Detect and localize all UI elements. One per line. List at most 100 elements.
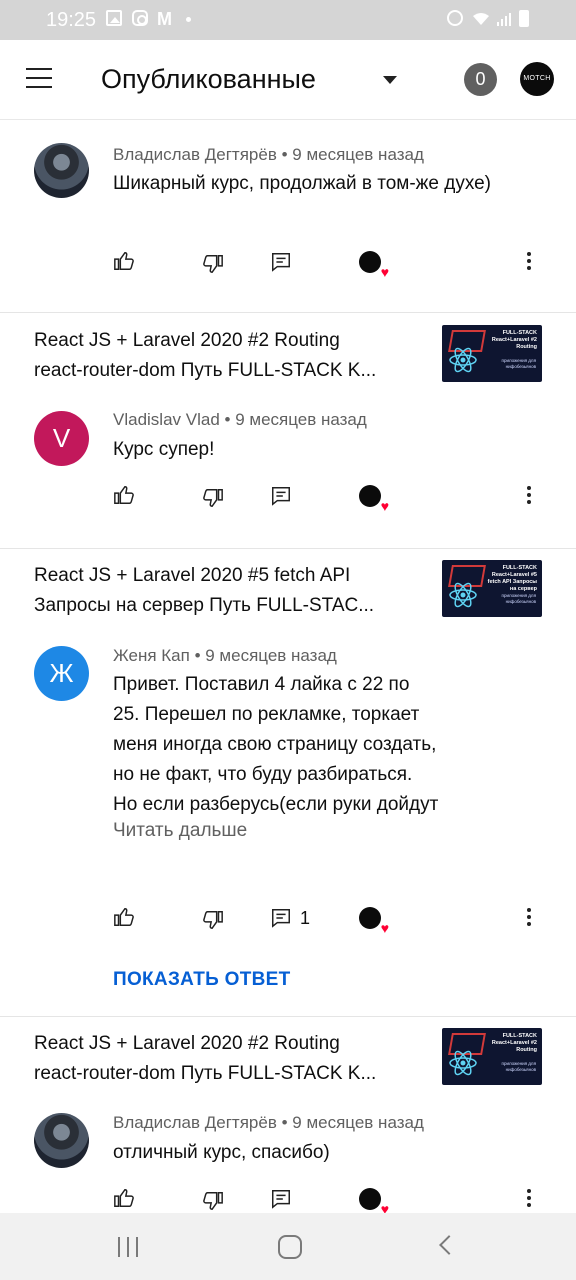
comment-line: 25. Перешел по рекламке, торкает [113,704,420,725]
video-title-line: Запросы на сервер Путь FULL-STAC... [34,595,375,616]
comment-text: Курс супер! [113,439,215,460]
more-options-icon[interactable] [517,1187,541,1211]
avatar[interactable] [34,1113,89,1168]
video-thumbnail[interactable]: FULL-STACK React+Laravel #2 Routing прил… [442,1028,542,1085]
reply-button[interactable] [270,251,294,275]
comment-meta: Женя Кап • 9 месяцев назад [113,646,337,666]
video-thumbnail[interactable]: FULL-STACK React+Laravel #2 Routing прил… [442,325,542,382]
page-title[interactable]: Опубликованные [101,64,316,95]
heart-icon: ♥ [380,1201,389,1213]
meta-separator: • [194,646,201,665]
comment-text: Привет. Поставил 4 лайка с 22 по 25. Пер… [113,670,503,820]
recent-apps-icon[interactable] [118,1237,140,1257]
thumbs-up-icon [114,252,134,270]
meta-separator: • [281,145,288,164]
dislike-button[interactable] [202,487,226,511]
read-more-link[interactable]: Читать дальше [113,820,247,842]
avatar[interactable]: V [34,411,89,466]
comment-line: но не факт, что буду разбираться. [113,764,413,785]
react-logo-icon [449,1050,477,1076]
video-thumbnail[interactable]: FULL-STACK React+Laravel #5 fetch API За… [442,560,542,617]
like-button[interactable] [113,484,137,508]
comment-author[interactable]: Женя Кап [113,646,190,665]
count-badge[interactable]: 0 [464,63,497,96]
thumbnail-title: FULL-STACK React+Laravel #2 Routing [491,1033,537,1053]
signal-icon [497,13,511,26]
like-button[interactable] [113,1187,137,1211]
dropdown-caret-icon[interactable] [383,76,397,84]
thumbs-down-icon [203,489,223,507]
thumbnail-title: FULL-STACK React+Laravel #2 Routing [491,330,537,350]
comment-card: React JS + Laravel 2020 #2 Routing react… [0,313,576,549]
comment-icon [272,909,290,928]
heart-icon: ♥ [380,264,389,280]
comment-icon [272,1190,290,1209]
react-logo-icon [449,347,477,373]
comment-line: Но если разберусь(если руки дойдут [113,794,439,815]
dislike-button[interactable] [202,1190,226,1213]
status-time: 19:25 [46,9,97,31]
dislike-button[interactable] [202,909,226,933]
comment-card: React JS + Laravel 2020 #5 fetch API Зап… [0,549,576,1017]
comment-age: 9 месяцев назад [205,646,337,665]
instagram-icon [132,10,148,26]
channel-avatar[interactable]: MOTCH [520,62,554,96]
video-title-line: React JS + Laravel 2020 #5 fetch API [34,565,351,586]
notification-dot-icon [186,17,191,22]
react-logo-icon [449,582,477,608]
creator-heart-badge[interactable]: ♥ [359,485,389,513]
reply-button[interactable] [270,1188,294,1212]
comment-text: отличный курс, спасибо) [113,1142,330,1163]
menu-icon[interactable] [26,68,52,88]
thumbs-up-icon [114,908,134,926]
meta-separator: • [224,410,231,429]
like-button[interactable] [113,250,137,274]
video-title[interactable]: React JS + Laravel 2020 #5 fetch API Зап… [34,561,424,621]
thumbs-down-icon [203,1192,223,1210]
creator-heart-badge[interactable]: ♥ [359,1188,389,1213]
more-options-icon[interactable] [517,250,541,274]
comment-text: Шикарный курс, продолжай в том-же духе) [113,173,492,194]
reply-count: 1 [300,908,311,928]
comment-line: меня иногда свою страницу создать, [113,734,437,755]
comments-feed: Владислав Дегтярёв • 9 месяцев назад Шик… [0,120,576,1213]
comment-author[interactable]: Vladislav Vlad [113,410,220,429]
creator-heart-badge[interactable]: ♥ [359,907,389,935]
avatar[interactable]: Ж [34,646,89,701]
heart-icon: ♥ [380,920,389,936]
back-icon[interactable] [439,1235,459,1255]
thumbnail-subtitle: приложения для нифобезьянов [501,358,536,369]
thumbnail-title: FULL-STACK React+Laravel #5 fetch API За… [487,565,537,592]
reply-button[interactable] [270,485,294,509]
home-icon[interactable] [278,1235,302,1259]
comment-icon [272,487,290,506]
thumbs-down-icon [203,255,223,273]
creator-heart-badge[interactable]: ♥ [359,251,389,279]
dislike-button[interactable] [202,253,226,277]
video-title[interactable]: React JS + Laravel 2020 #2 Routing react… [34,1029,424,1089]
thumbnail-subtitle: приложения для нифобезьянов [501,1061,536,1072]
more-options-icon[interactable] [517,906,541,930]
thumbs-down-icon [203,911,223,929]
comment-author[interactable]: Владислав Дегтярёв [113,145,277,164]
show-reply-button[interactable]: ПОКАЗАТЬ ОТВЕТ [113,969,291,991]
reply-button[interactable] [270,907,294,931]
video-title[interactable]: React JS + Laravel 2020 #2 Routing react… [34,326,424,386]
comment-age: 9 месяцев назад [292,1113,424,1132]
avatar[interactable] [34,143,89,198]
alarm-icon [447,10,463,26]
more-options-icon[interactable] [517,484,541,508]
comment-icon [272,253,290,272]
comment-age: 9 месяцев назад [235,410,367,429]
video-title-line: React JS + Laravel 2020 #2 Routing [34,1033,340,1054]
system-nav-bar [0,1213,576,1280]
comment-card: Владислав Дегтярёв • 9 месяцев назад Шик… [0,120,576,313]
video-title-line: React JS + Laravel 2020 #2 Routing [34,330,340,351]
comment-author[interactable]: Владислав Дегтярёв [113,1113,277,1132]
video-title-line: react-router-dom Путь FULL-STACK K... [34,360,377,381]
wifi-icon [473,13,489,25]
like-button[interactable] [113,906,137,930]
comment-meta: Владислав Дегтярёв • 9 месяцев назад [113,145,424,165]
status-bar: 19:25 M [0,0,576,40]
gmail-icon: M [157,9,172,29]
